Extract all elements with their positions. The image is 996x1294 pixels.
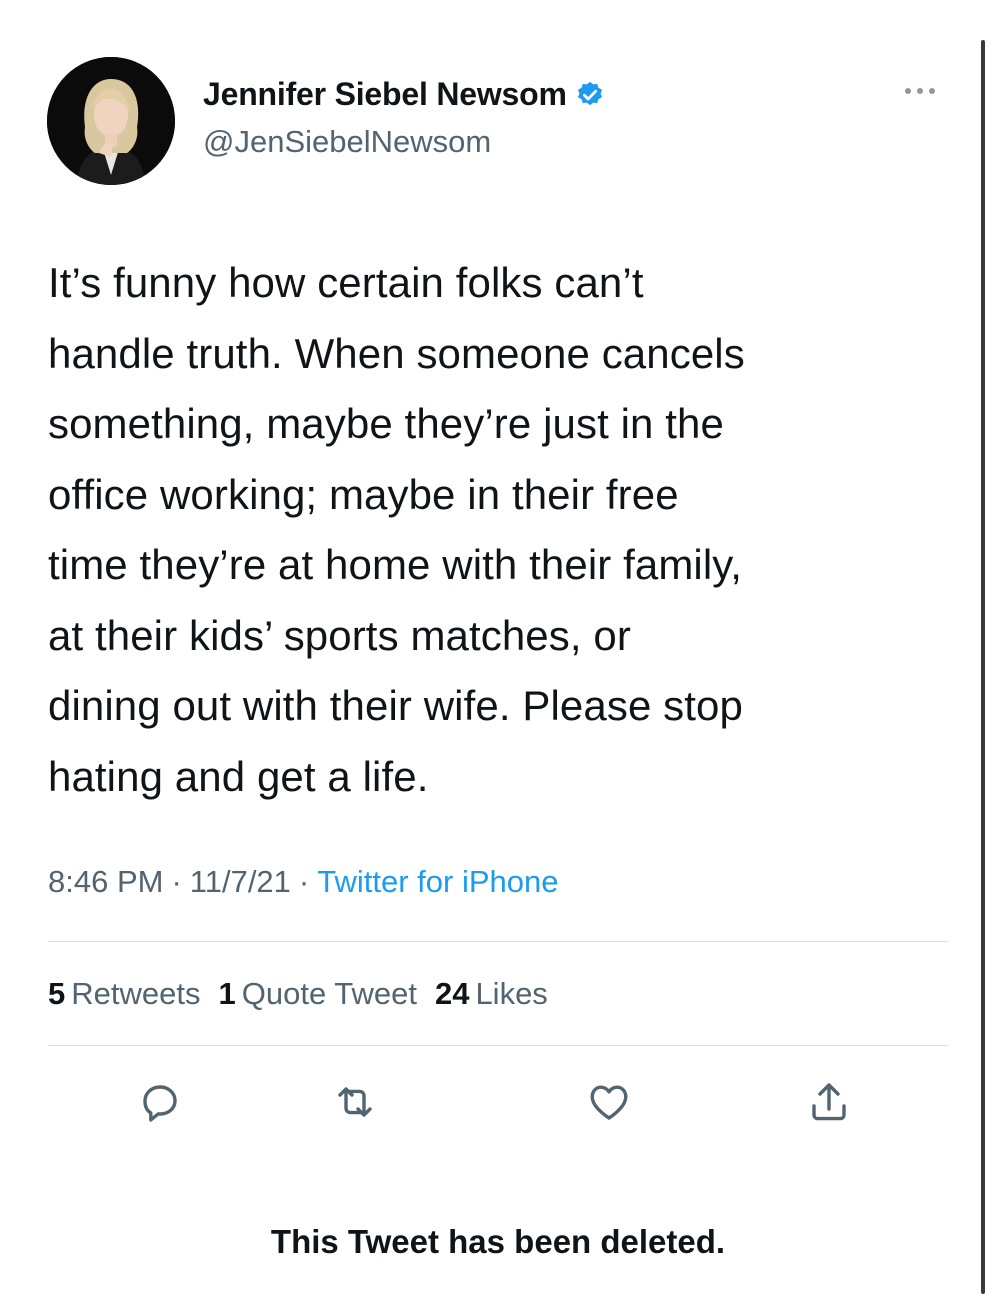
like-icon: [590, 1085, 628, 1120]
engagement-stats: 5 Retweets 1 Quote Tweet 24 Likes: [48, 976, 548, 1012]
tweet-text: It’s funny how certain folks can’t handl…: [48, 259, 745, 800]
reply-icon: [143, 1085, 177, 1122]
tweet-date[interactable]: 11/7/21: [190, 864, 291, 900]
reply-button[interactable]: [136, 1078, 184, 1126]
meta-separator: ·: [171, 864, 182, 899]
tweet-source-link[interactable]: Twitter for iPhone: [317, 864, 558, 900]
share-button[interactable]: [805, 1078, 853, 1126]
deleted-notice: This Tweet has been deleted.: [270, 1223, 726, 1260]
profile-photo-icon: [47, 57, 175, 185]
retweet-icon: [338, 1087, 372, 1117]
quote-tweets-stat[interactable]: 1 Quote Tweet: [218, 976, 416, 1012]
more-options-icon[interactable]: [905, 88, 935, 94]
divider: [48, 941, 948, 942]
likes-stat[interactable]: 24 Likes: [435, 976, 548, 1012]
share-icon: [812, 1083, 846, 1121]
verified-badge-icon: [577, 81, 602, 105]
meta-separator: ·: [298, 864, 310, 899]
retweet-button[interactable]: [331, 1078, 379, 1126]
like-button[interactable]: [585, 1078, 633, 1126]
avatar[interactable]: [47, 57, 175, 185]
divider: [48, 1045, 948, 1046]
tweet-time[interactable]: 8:46 PM: [48, 864, 163, 900]
scrollbar[interactable]: [981, 40, 985, 1294]
author-handle[interactable]: @JenSiebelNewsom: [203, 124, 491, 160]
retweets-stat[interactable]: 5 Retweets: [48, 976, 200, 1012]
author-name[interactable]: Jennifer Siebel Newsom: [203, 76, 605, 113]
tweet-meta: 8:46 PM · 11/7/21 · Twitter for iPhone: [48, 864, 558, 900]
display-name-text: Jennifer Siebel Newsom: [203, 76, 567, 112]
